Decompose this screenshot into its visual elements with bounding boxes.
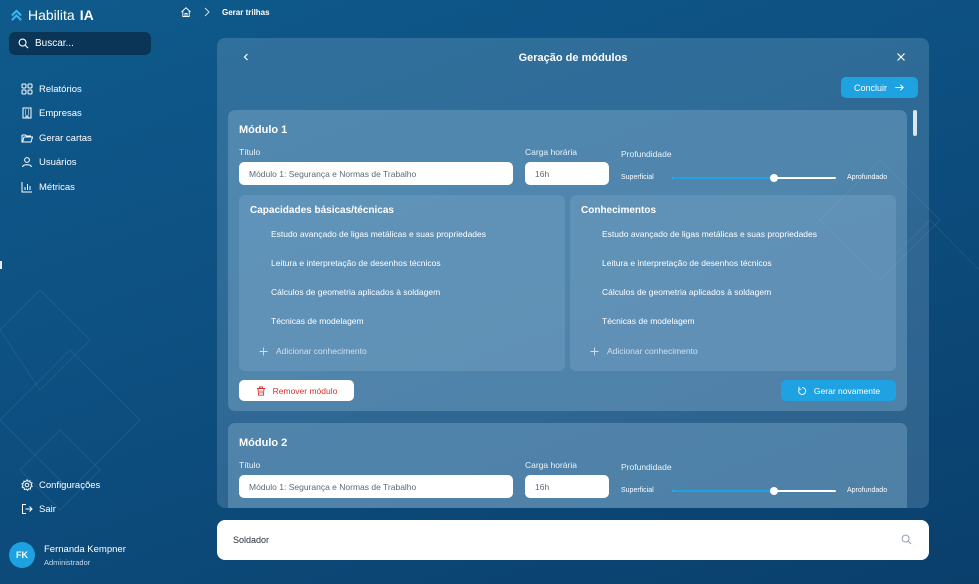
- nav-item-configuracoes[interactable]: Configurações: [21, 479, 161, 491]
- app-name-suffix: IA: [79, 7, 94, 23]
- logout-icon: [22, 504, 33, 514]
- depth-slider[interactable]: [672, 487, 836, 495]
- depth-slider-thumb[interactable]: [769, 487, 778, 495]
- hours-label: Carga horária: [525, 460, 577, 470]
- modules-panel: Geração de módulos Concluir Módulo 1 Tít…: [217, 38, 929, 508]
- home-icon[interactable]: [180, 6, 192, 18]
- avatar: FK: [9, 542, 35, 568]
- depth-min-label: Superficial: [621, 487, 654, 494]
- grid-icon: [21, 83, 33, 95]
- nav-label: Sair: [39, 503, 56, 515]
- capacidades-column: Capacidades básicas/técnicas Estudo avan…: [239, 195, 565, 371]
- list-item[interactable]: Técnicas de modelagem: [271, 316, 364, 326]
- list-item[interactable]: Técnicas de modelagem: [602, 316, 695, 326]
- nav-label: Empresas: [39, 107, 82, 119]
- hours-input[interactable]: 16h: [525, 475, 609, 498]
- depth-label: Profundidade: [621, 462, 672, 472]
- breadcrumb-current: Gerar trilhas: [222, 7, 270, 17]
- regenerate-button[interactable]: Gerar novamente: [781, 380, 896, 401]
- depth-slider-thumb[interactable]: [769, 174, 778, 182]
- module-card: Módulo 1 Título Módulo 1: Segurança e No…: [228, 110, 907, 411]
- module-card: Módulo 2 Título Módulo 1: Segurança e No…: [228, 423, 907, 508]
- nav-item-sair[interactable]: Sair: [21, 503, 161, 515]
- sidebar: Habilita IA Buscar... Relatórios Empresas…: [0, 0, 162, 584]
- nav-label: Métricas: [39, 181, 75, 193]
- nav-item-usuarios[interactable]: Usuários: [21, 156, 161, 168]
- user-icon: [22, 157, 32, 168]
- depth-slider[interactable]: [672, 174, 836, 182]
- remove-module-button[interactable]: Remover módulo: [239, 380, 354, 401]
- conhecimentos-column: Conhecimentos Estudo avançado de ligas m…: [570, 195, 896, 371]
- depth-slider-fill: [672, 177, 774, 179]
- nav-label: Configurações: [39, 479, 101, 491]
- panel-title: Geração de módulos: [518, 52, 628, 64]
- nav-item-empresas[interactable]: Empresas: [21, 107, 161, 119]
- scrollbar[interactable]: [913, 110, 917, 136]
- trash-icon: [256, 386, 265, 396]
- nav-label: Relatórios: [39, 83, 82, 95]
- nav-item-relatorios[interactable]: Relatórios: [21, 83, 161, 95]
- depth-slider-fill: [672, 490, 774, 492]
- nav-label: Gerar cartas: [39, 132, 92, 144]
- user-name: Fernanda Kempner: [44, 543, 126, 555]
- app-name-prefix: Habilita: [28, 7, 75, 23]
- title-input[interactable]: Módulo 1: Segurança e Normas de Trabalho: [239, 475, 513, 498]
- nav-item-gerar-cartas[interactable]: Gerar cartas: [21, 132, 161, 144]
- sidebar-search[interactable]: Buscar...: [9, 32, 151, 55]
- module-heading: Módulo 2: [239, 437, 288, 449]
- hours-input[interactable]: 16h: [525, 162, 609, 185]
- user-role: Administrador: [44, 557, 91, 567]
- conclude-button[interactable]: Concluir: [841, 77, 918, 98]
- list-item[interactable]: Leitura e interpretação de desenhos técn…: [602, 258, 772, 268]
- list-item[interactable]: Cálculos de geometria aplicados à soldag…: [271, 287, 440, 297]
- add-knowledge-label: Adicionar conhecimento: [276, 346, 367, 356]
- remove-module-label: Remover módulo: [272, 385, 338, 396]
- depth-max-label: Aprofundado: [847, 487, 888, 494]
- gear-icon: [21, 479, 33, 491]
- hours-label: Carga horária: [525, 147, 577, 157]
- nav-item-metricas[interactable]: Métricas: [21, 181, 161, 193]
- app-logo[interactable]: Habilita IA: [10, 7, 94, 23]
- bar-chart-icon: [21, 182, 32, 193]
- breadcrumb: Gerar trilhas: [180, 6, 270, 18]
- sidebar-search-label: Buscar...: [35, 38, 74, 49]
- list-item[interactable]: Cálculos de geometria aplicados à soldag…: [602, 287, 771, 297]
- profession-search-value: Soldador: [233, 535, 270, 545]
- title-label: Título: [239, 147, 261, 157]
- nav-label: Usuários: [39, 156, 77, 168]
- arrow-right-icon: [895, 84, 904, 91]
- depth-min-label: Superficial: [621, 174, 654, 181]
- column-heading: Capacidades básicas/técnicas: [250, 205, 394, 216]
- plus-icon: [590, 346, 599, 356]
- add-knowledge-button[interactable]: Adicionar conhecimento: [259, 346, 367, 356]
- module-heading: Módulo 1: [239, 124, 288, 136]
- plus-icon: [259, 346, 268, 356]
- list-item[interactable]: Estudo avançado de ligas metálicas e sua…: [271, 229, 486, 239]
- chevrons-up-icon: [11, 8, 22, 21]
- edge-indicator: [0, 261, 2, 269]
- regenerate-label: Gerar novamente: [813, 385, 881, 396]
- conclude-label: Concluir: [853, 82, 887, 93]
- add-knowledge-button[interactable]: Adicionar conhecimento: [590, 346, 698, 356]
- search-icon[interactable]: [901, 534, 912, 545]
- building-icon: [22, 107, 32, 119]
- list-item[interactable]: Estudo avançado de ligas metálicas e sua…: [602, 229, 817, 239]
- search-icon: [18, 38, 29, 49]
- depth-max-label: Aprofundado: [847, 174, 888, 181]
- add-knowledge-label: Adicionar conhecimento: [607, 346, 698, 356]
- close-icon[interactable]: [894, 50, 908, 64]
- column-heading: Conhecimentos: [581, 205, 657, 216]
- title-input[interactable]: Módulo 1: Segurança e Normas de Trabalho: [239, 162, 513, 185]
- refresh-icon: [798, 386, 807, 395]
- list-item[interactable]: Leitura e interpretação de desenhos técn…: [271, 258, 441, 268]
- depth-label: Profundidade: [621, 149, 672, 159]
- folder-icon: [21, 134, 33, 143]
- user-profile[interactable]: FK Fernanda Kempner Administrador: [9, 542, 126, 568]
- title-label: Título: [239, 460, 261, 470]
- profession-search-input[interactable]: Soldador: [217, 520, 929, 560]
- chevron-right-icon: [204, 7, 210, 17]
